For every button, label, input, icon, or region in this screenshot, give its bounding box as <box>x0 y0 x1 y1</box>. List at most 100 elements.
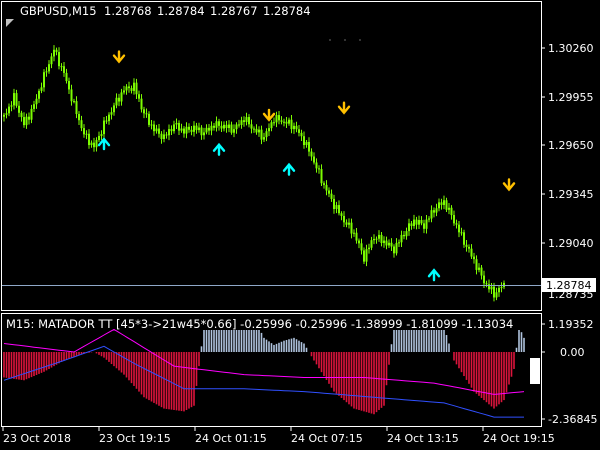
candle-body <box>293 125 295 130</box>
candle-body <box>268 128 270 132</box>
buy-arrow-up-icon <box>212 142 226 156</box>
candle-body <box>413 219 415 227</box>
candle-body <box>340 213 343 216</box>
candle-body <box>388 242 390 246</box>
candle-body <box>213 125 215 128</box>
candle-body <box>400 234 403 243</box>
candle-body <box>358 240 360 244</box>
candle-body <box>295 125 298 130</box>
candle-body <box>265 131 268 138</box>
price-panel-frame <box>1 1 542 311</box>
candle-body <box>423 223 425 229</box>
time-label: 24 Oct 19:15 <box>483 432 555 445</box>
price-label: 1.29650 <box>548 139 594 152</box>
candle-body <box>328 190 330 194</box>
candle-body <box>263 137 265 140</box>
candle-body <box>53 49 55 57</box>
candle-body <box>5 113 8 115</box>
candle-body <box>313 156 315 163</box>
candle-body <box>178 122 180 131</box>
candle-body <box>230 124 233 133</box>
candle-body <box>473 256 475 260</box>
candle-body <box>85 133 88 135</box>
ohlc-low: 1.28767 <box>210 4 258 18</box>
price-panel[interactable]: GBPUSD,M15 1.28768 1.28784 1.28767 1.287… <box>1 1 542 311</box>
candle-body <box>55 49 58 53</box>
candle-body <box>330 193 333 199</box>
candle-body <box>383 240 385 244</box>
candle-body <box>163 134 165 140</box>
sell-arrow-down-icon <box>337 101 351 115</box>
candle-body <box>150 124 153 126</box>
candle-body <box>200 127 203 136</box>
candle-body <box>160 133 163 140</box>
candle-body <box>98 135 100 141</box>
chart-canvas[interactable]: GBPUSD,M15 1.28768 1.28784 1.28767 1.287… <box>0 0 600 450</box>
candle-body <box>450 207 453 216</box>
indicator-panel[interactable]: M15: MATADOR TT [45*3->21w45*0.66] -0.25… <box>1 313 542 427</box>
candle-body <box>170 129 173 132</box>
candle-body <box>390 242 393 247</box>
candle-body <box>455 223 458 225</box>
candle-body <box>210 125 213 131</box>
candle-body <box>208 127 210 131</box>
candle-body <box>125 86 128 91</box>
decorative-dot <box>344 39 346 41</box>
candle-body <box>418 220 420 225</box>
candle-body <box>445 200 448 210</box>
sell-arrow-down-icon <box>112 50 126 64</box>
candle-body <box>488 284 490 290</box>
candle-body <box>305 141 308 146</box>
candle-body <box>123 90 125 93</box>
sell-arrow-down-icon <box>262 108 276 122</box>
candle-body <box>318 168 320 170</box>
candle-body <box>463 232 465 245</box>
candle-body <box>165 134 168 136</box>
sell-arrow-down-icon <box>502 178 516 192</box>
candle-body <box>478 267 480 270</box>
candle-body <box>425 219 428 229</box>
candle-body <box>250 124 253 129</box>
candle-body <box>320 169 323 184</box>
candle-body <box>45 71 48 73</box>
candle-body <box>25 116 28 126</box>
candle-body <box>43 72 45 88</box>
time-label: 23 Oct 2018 <box>3 432 71 445</box>
candle-body <box>158 128 160 134</box>
candle-body <box>235 124 238 130</box>
candle-body <box>13 93 15 106</box>
candle-body <box>28 116 30 120</box>
candle-body <box>238 124 240 126</box>
candle-body <box>18 105 20 113</box>
candle-body <box>88 133 90 146</box>
histogram-layer <box>3 330 525 415</box>
candle-body <box>490 286 493 290</box>
candle-body <box>333 198 335 210</box>
price-label: 1.29955 <box>548 91 594 104</box>
candle-body <box>343 215 345 223</box>
candle-body <box>460 232 463 234</box>
candle-body <box>500 287 503 289</box>
candle-body <box>465 244 468 247</box>
candle-body <box>233 129 235 133</box>
candle-body <box>468 246 470 249</box>
candle-body <box>385 240 388 246</box>
candle-body <box>70 89 73 102</box>
candle-body <box>280 120 283 122</box>
candle-body <box>138 94 140 99</box>
candle-body <box>283 121 285 123</box>
ohlc-open: 1.28768 <box>104 4 152 18</box>
candle-body <box>258 129 260 133</box>
candle-body <box>175 122 178 125</box>
candle-body <box>420 220 423 224</box>
candle-body <box>365 249 368 262</box>
candle-body <box>10 105 13 107</box>
candle-body <box>493 286 495 298</box>
decorative-dot <box>329 39 331 41</box>
candle-body <box>448 207 450 210</box>
candle-body <box>348 222 350 225</box>
candle-body <box>113 105 115 113</box>
price-label: 1.29345 <box>548 188 594 201</box>
candle-body <box>300 132 303 137</box>
candle-body <box>253 128 255 130</box>
